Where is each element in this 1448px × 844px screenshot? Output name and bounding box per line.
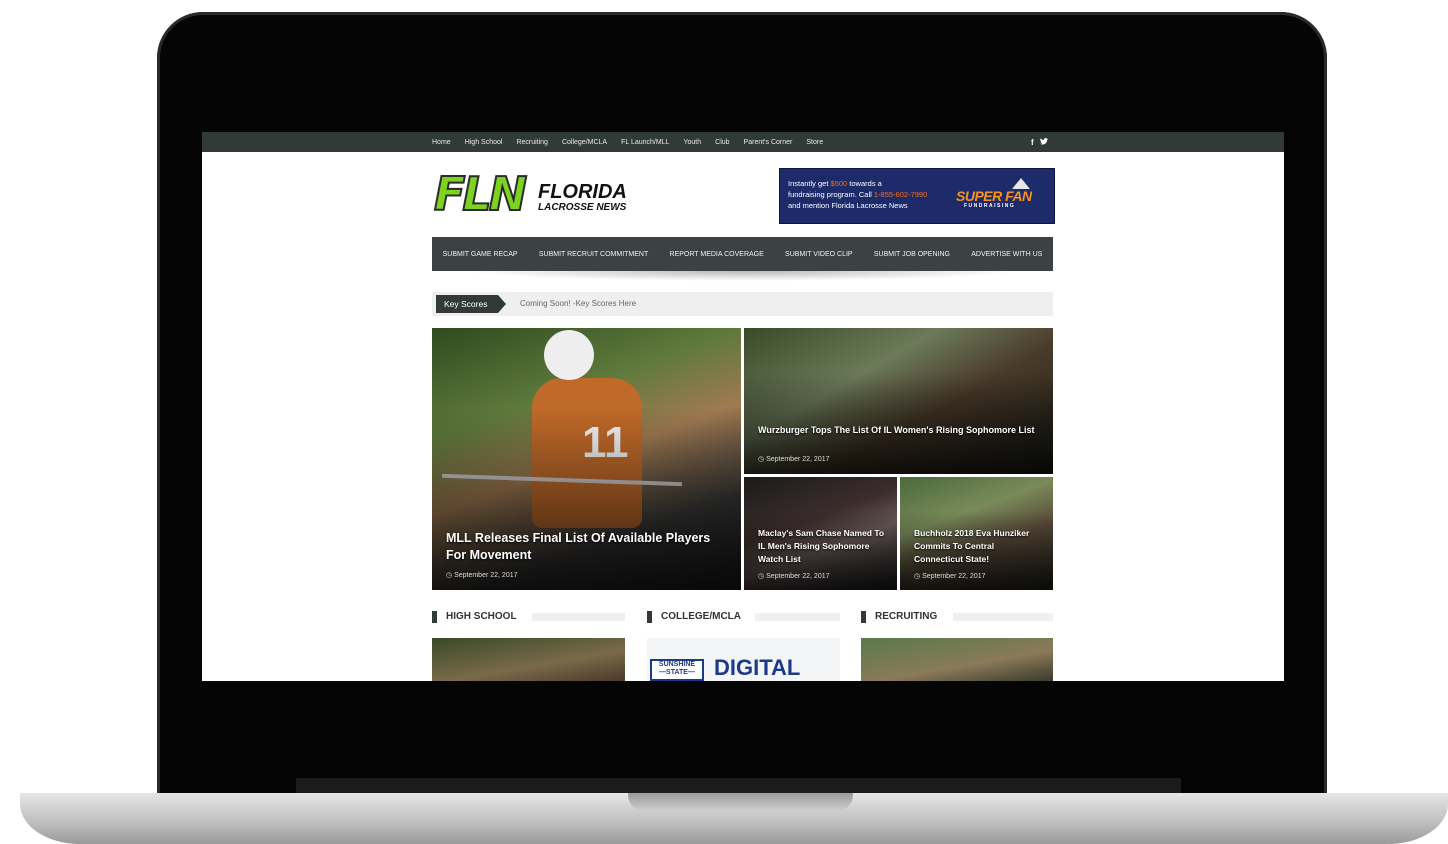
sunshine-state-badge: SUNSHINE —STATE—	[650, 659, 704, 681]
social-links: f	[1031, 132, 1048, 152]
top-nav-menu: Home High School Recruiting College/MCLA…	[432, 132, 823, 152]
ad-amount: $500	[830, 179, 848, 188]
advertise-with-us-link[interactable]: ADVERTISE WITH US	[971, 251, 1042, 258]
logo-mark: FLN	[433, 167, 528, 221]
key-scores-ticker: Key Scores Coming Soon! -Key Scores Here	[432, 292, 1053, 316]
submit-recruit-commitment-link[interactable]: SUBMIT RECRUIT COMMITMENT	[539, 251, 648, 258]
section-marker	[432, 611, 437, 623]
section-college-mcla: COLLEGE/MCLA	[647, 610, 840, 624]
ad-phone: 1-855-602-7990	[873, 190, 928, 199]
report-media-coverage-link[interactable]: REPORT MEDIA COVERAGE	[670, 251, 764, 258]
section-marker	[647, 611, 652, 623]
section-title[interactable]: RECRUITING	[875, 610, 937, 624]
submit-video-clip-link[interactable]: SUBMIT VIDEO CLIP	[785, 251, 853, 258]
nav-item-recruiting[interactable]: Recruiting	[516, 139, 548, 146]
section-title[interactable]: COLLEGE/MCLA	[661, 610, 741, 624]
post-date: ◷ September 22, 2017	[446, 572, 518, 579]
post-date: ◷ September 22, 2017	[914, 573, 986, 580]
submit-nav-bar: SUBMIT GAME RECAP SUBMIT RECRUIT COMMITM…	[432, 237, 1053, 271]
ad-text-4: and mention Florida Lacrosse News	[788, 201, 908, 210]
section-recruiting: RECRUITING	[861, 610, 1053, 624]
post-date: ◷ September 22, 2017	[758, 573, 830, 580]
website-screen: Home High School Recruiting College/MCLA…	[202, 132, 1284, 681]
nav-item-club[interactable]: Club	[715, 139, 729, 146]
laptop-base	[20, 793, 1448, 844]
key-scores-label: Key Scores	[436, 295, 498, 313]
post-date-text: September 22, 2017	[922, 573, 986, 580]
nav-item-store[interactable]: Store	[806, 139, 823, 146]
ad-copy: Instantly get $500 towards a fundraising…	[788, 178, 956, 211]
twitter-icon[interactable]	[1039, 137, 1048, 147]
top-navbar: Home High School Recruiting College/MCLA…	[202, 132, 1284, 152]
logo-word-lacrosse-news: LACROSSE NEWS	[538, 202, 627, 213]
high-school-thumbnail[interactable]	[432, 638, 625, 681]
fundraising-ad-banner[interactable]: Instantly get $500 towards a fundraising…	[779, 168, 1055, 224]
facebook-icon[interactable]: f	[1031, 138, 1034, 147]
featured-post-2[interactable]: Wurzburger Tops The List Of IL Women's R…	[744, 328, 1053, 474]
laptop-notch	[628, 793, 853, 811]
ad-text-3: fundraising program. Call	[788, 190, 874, 199]
post-title[interactable]: Buchholz 2018 Eva Hunziker Commits To Ce…	[914, 527, 1044, 566]
section-title[interactable]: HIGH SCHOOL	[446, 610, 517, 624]
college-thumbnail[interactable]: SUNSHINE —STATE— DIGITAL	[647, 638, 840, 681]
digital-wordmark: DIGITAL	[714, 655, 801, 680]
ad-text-2: towards a	[847, 179, 882, 188]
featured-post-4[interactable]: Buchholz 2018 Eva Hunziker Commits To Ce…	[900, 477, 1053, 590]
section-rule	[953, 613, 1053, 621]
ad-brand: SUPER FAN	[956, 188, 1032, 204]
post-title[interactable]: MLL Releases Final List Of Available Pla…	[446, 530, 726, 564]
nav-item-fl-launch-mll[interactable]: FL Launch/MLL	[621, 139, 669, 146]
nav-shadow	[464, 271, 1021, 281]
featured-post-main[interactable]: 11 MLL Releases Final List Of Available …	[432, 328, 741, 590]
featured-post-3[interactable]: Maclay's Sam Chase Named To IL Men's Ris…	[744, 477, 897, 590]
post-date-text: September 22, 2017	[766, 573, 830, 580]
section-high-school: HIGH SCHOOL	[432, 610, 625, 624]
site-logo[interactable]: FLN FLORIDA LACROSSE NEWS	[433, 167, 644, 221]
post-date: ◷ September 22, 2017	[758, 456, 830, 463]
ad-text-1: Instantly get	[788, 179, 831, 188]
section-rule	[532, 613, 625, 621]
key-scores-arrow	[498, 295, 506, 313]
section-marker	[861, 611, 866, 623]
nav-item-youth[interactable]: Youth	[683, 139, 701, 146]
badge-line-2: —STATE—	[659, 669, 695, 676]
post-title[interactable]: Wurzburger Tops The List Of IL Women's R…	[758, 424, 1038, 437]
recruiting-thumbnail[interactable]	[861, 638, 1053, 681]
post-date-text: September 22, 2017	[454, 572, 518, 579]
player-helmet-image	[544, 330, 594, 380]
nav-item-high-school[interactable]: High School	[465, 139, 503, 146]
submit-job-opening-link[interactable]: SUBMIT JOB OPENING	[874, 251, 950, 258]
logo-word-florida: FLORIDA	[538, 181, 627, 203]
laptop-hinge	[296, 778, 1181, 793]
ad-brand-sub: FUNDRAISING	[964, 203, 1016, 209]
submit-game-recap-link[interactable]: SUBMIT GAME RECAP	[443, 251, 518, 258]
badge-line-1: SUNSHINE	[658, 661, 696, 668]
nav-item-college-mcla[interactable]: College/MCLA	[562, 139, 607, 146]
post-title[interactable]: Maclay's Sam Chase Named To IL Men's Ris…	[758, 527, 888, 566]
nav-item-parents-corner[interactable]: Parent's Corner	[744, 139, 793, 146]
post-date-text: September 22, 2017	[766, 456, 830, 463]
key-scores-text[interactable]: Coming Soon! -Key Scores Here	[520, 295, 636, 313]
section-rule	[755, 613, 840, 621]
nav-item-home[interactable]: Home	[432, 139, 451, 146]
